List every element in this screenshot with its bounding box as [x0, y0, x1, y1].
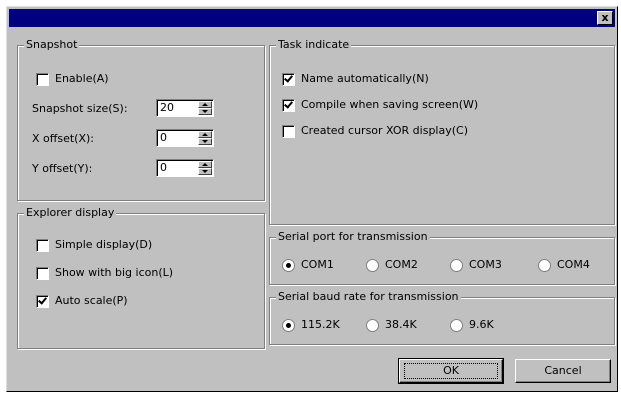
name-automatically-label: Name automatically(N) [301, 72, 429, 85]
com2-radio[interactable]: COM2 [366, 258, 418, 272]
checkbox-box[interactable] [36, 266, 49, 280]
baud-9k-radio[interactable]: 9.6K [450, 318, 494, 332]
cursor-xor-checkbox[interactable]: Created cursor XOR display(C) [282, 124, 468, 138]
explorer-display-group-title: Explorer display [24, 206, 117, 220]
baud-rate-group-title: Serial baud rate for transmission [276, 290, 461, 304]
y-offset-label: Y offset(Y): [32, 162, 93, 175]
snapshot-size-spinner[interactable]: 20 [156, 99, 214, 117]
baud-115k-label: 115.2K [301, 318, 340, 331]
explorer-display-group: Explorer display Simple display(D) Show … [17, 206, 265, 349]
snapshot-enable-checkbox[interactable]: Enable(A) [36, 72, 109, 86]
x-offset-spinner[interactable]: 0 [156, 129, 214, 147]
radio-dot[interactable] [538, 258, 551, 272]
task-indicate-group-title: Task indicate [276, 38, 352, 52]
serial-port-group: Serial port for transmission COM1 COM2 C… [269, 230, 615, 285]
close-button[interactable]: x [597, 11, 613, 25]
snapshot-group: Snapshot Enable(A) Snapshot size(S): 20 … [17, 38, 265, 201]
baud-rate-group: Serial baud rate for transmission 115.2K… [269, 290, 615, 345]
checkbox-box[interactable] [282, 124, 295, 138]
checkbox-box[interactable] [282, 72, 295, 86]
spin-down-icon[interactable] [198, 108, 212, 115]
baud-38k-label: 38.4K [385, 318, 417, 331]
radio-dot[interactable] [450, 318, 463, 332]
com1-radio[interactable]: COM1 [282, 258, 334, 272]
x-offset-label: X offset(X): [32, 132, 94, 145]
baud-38k-radio[interactable]: 38.4K [366, 318, 417, 332]
spin-up-icon[interactable] [198, 161, 212, 168]
spin-down-icon[interactable] [198, 138, 212, 145]
x-offset-value[interactable]: 0 [160, 131, 167, 145]
radio-dot[interactable] [450, 258, 463, 272]
com4-radio[interactable]: COM4 [538, 258, 590, 272]
checkbox-box[interactable] [36, 72, 49, 86]
snapshot-size-label: Snapshot size(S): [32, 102, 128, 115]
spin-up-icon[interactable] [198, 101, 212, 108]
baud-115k-radio[interactable]: 115.2K [282, 318, 340, 332]
radio-dot[interactable] [366, 318, 379, 332]
com3-radio[interactable]: COM3 [450, 258, 502, 272]
close-icon: x [601, 11, 609, 24]
radio-dot[interactable] [366, 258, 379, 272]
ok-label: OK [443, 364, 459, 377]
radio-dot[interactable] [282, 318, 295, 332]
cancel-button[interactable]: Cancel [515, 359, 611, 383]
spin-up-icon[interactable] [198, 131, 212, 138]
task-indicate-group: Task indicate Name automatically(N) Comp… [269, 38, 615, 225]
name-automatically-checkbox[interactable]: Name automatically(N) [282, 72, 429, 86]
title-bar[interactable]: x [9, 9, 615, 27]
auto-scale-label: Auto scale(P) [55, 294, 128, 307]
checkbox-box[interactable] [282, 98, 295, 112]
cancel-label: Cancel [544, 364, 582, 377]
cursor-xor-label: Created cursor XOR display(C) [301, 124, 469, 137]
com4-label: COM4 [557, 258, 590, 271]
compile-saving-checkbox[interactable]: Compile when saving screen(W) [282, 98, 478, 112]
com2-label: COM2 [385, 258, 418, 271]
snapshot-group-title: Snapshot [24, 38, 80, 52]
com1-label: COM1 [301, 258, 334, 271]
com3-label: COM3 [469, 258, 502, 271]
simple-display-label: Simple display(D) [55, 238, 153, 251]
y-offset-spinner[interactable]: 0 [156, 159, 214, 177]
big-icon-label: Show with big icon(L) [55, 266, 174, 279]
checkbox-box[interactable] [36, 238, 49, 252]
big-icon-checkbox[interactable]: Show with big icon(L) [36, 266, 173, 280]
settings-dialog: x Snapshot Enable(A) Snapshot size(S): 2… [6, 6, 618, 392]
compile-saving-label: Compile when saving screen(W) [301, 98, 479, 111]
y-offset-value[interactable]: 0 [160, 161, 167, 175]
ok-button[interactable]: OK [398, 358, 504, 384]
baud-9k-label: 9.6K [469, 318, 494, 331]
serial-port-group-title: Serial port for transmission [276, 230, 430, 244]
radio-dot[interactable] [282, 258, 295, 272]
auto-scale-checkbox[interactable]: Auto scale(P) [36, 294, 128, 308]
snapshot-size-value[interactable]: 20 [160, 101, 174, 115]
checkbox-box[interactable] [36, 294, 49, 308]
snapshot-enable-label: Enable(A) [55, 72, 109, 85]
spin-down-icon[interactable] [198, 168, 212, 175]
simple-display-checkbox[interactable]: Simple display(D) [36, 238, 152, 252]
